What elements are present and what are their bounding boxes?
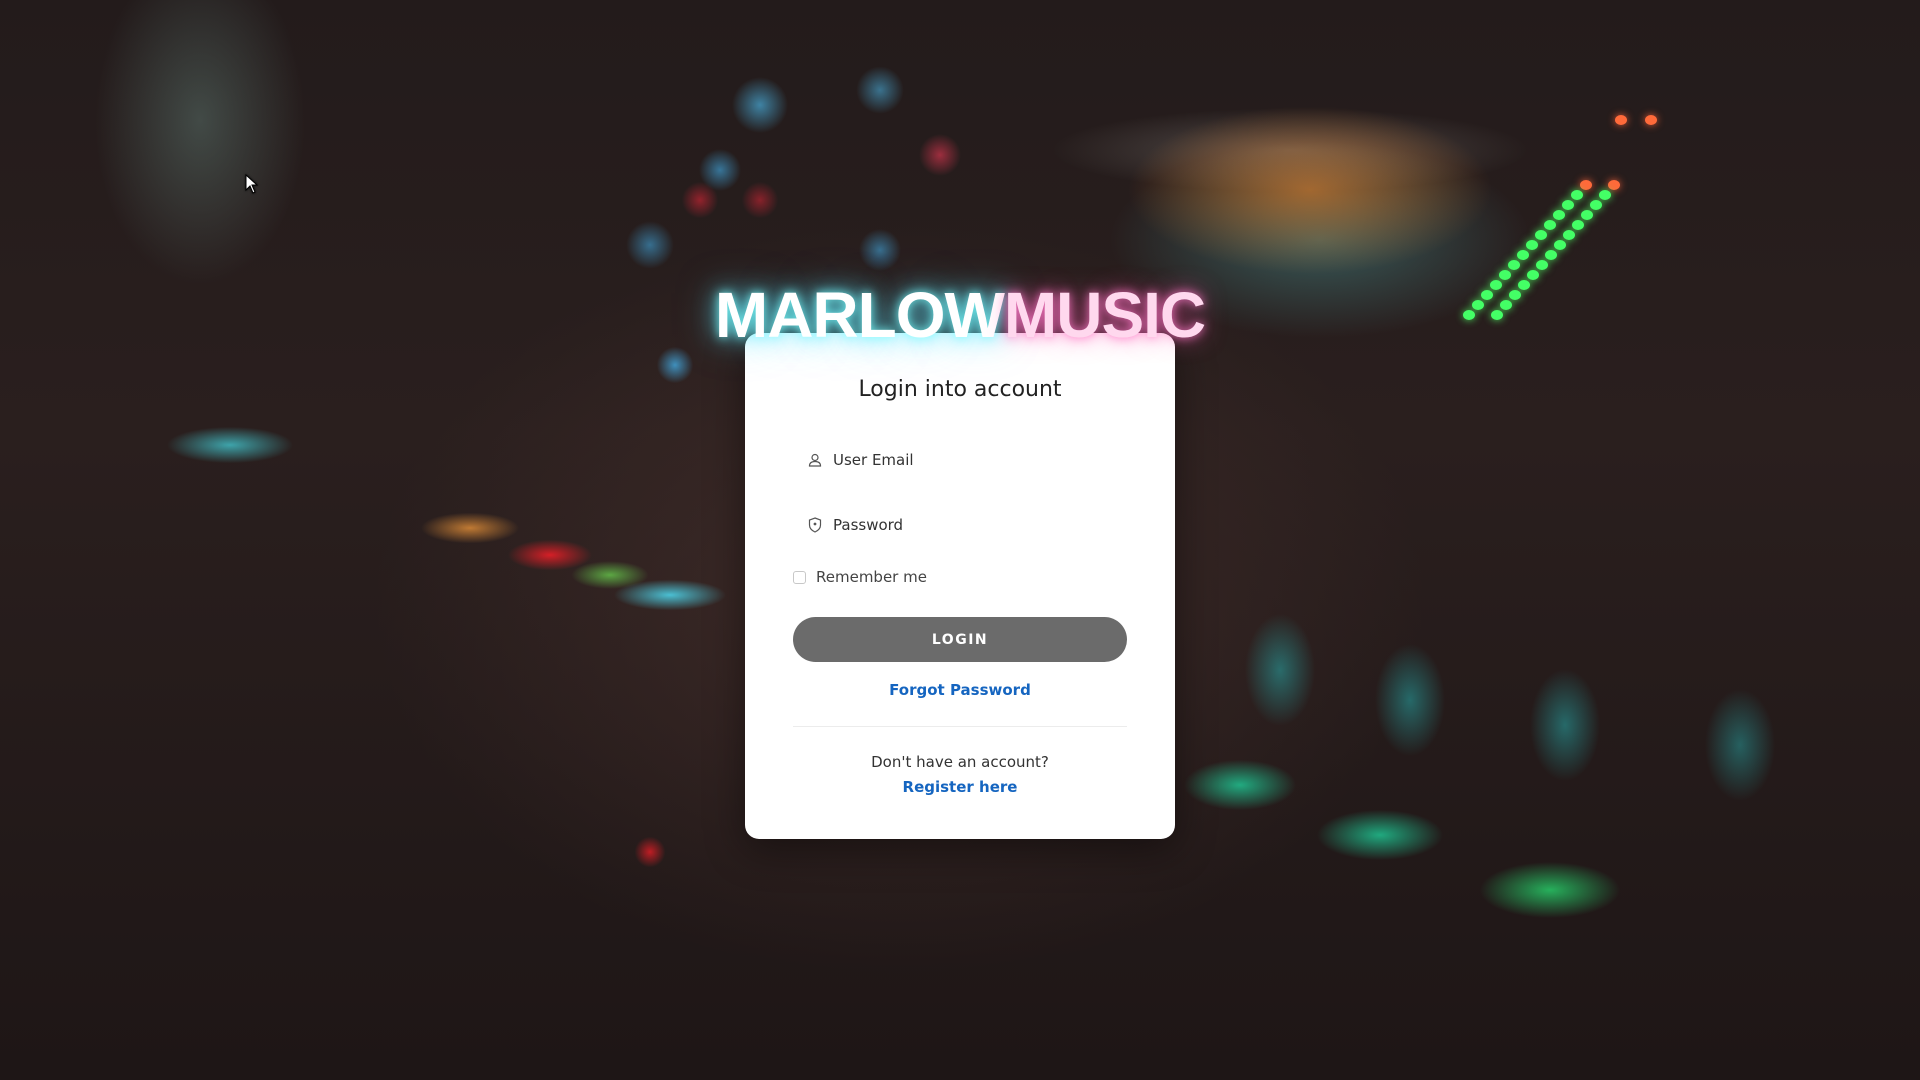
brand-logo: MARLOWMUSIC bbox=[0, 280, 1920, 350]
level-meter-dot bbox=[1545, 250, 1557, 260]
level-meter-dot bbox=[1544, 220, 1556, 230]
divider bbox=[793, 726, 1127, 727]
level-meter-dot bbox=[1608, 180, 1620, 190]
level-meter-dot bbox=[1517, 250, 1529, 260]
user-icon bbox=[807, 452, 823, 468]
level-meter-dot bbox=[1563, 230, 1575, 240]
level-meter-dot bbox=[1535, 230, 1547, 240]
brand-logo-part1: MARLOW bbox=[714, 279, 1005, 351]
no-account-text: Don't have an account? bbox=[871, 753, 1049, 771]
level-meter-dot bbox=[1526, 240, 1538, 250]
login-button[interactable]: LOGIN bbox=[793, 617, 1127, 662]
level-meter-dot bbox=[1562, 200, 1574, 210]
remember-me-label: Remember me bbox=[816, 568, 927, 586]
remember-me-checkbox[interactable] bbox=[793, 570, 806, 584]
level-meter-dot bbox=[1645, 115, 1657, 125]
email-field-label: User Email bbox=[833, 451, 914, 469]
register-link[interactable]: Register here bbox=[745, 778, 1175, 796]
level-meter-dot bbox=[1590, 200, 1602, 210]
login-card: Login into account User Email Password R… bbox=[745, 333, 1175, 839]
email-field[interactable]: User Email bbox=[793, 438, 1127, 482]
level-meter-dot bbox=[1581, 210, 1593, 220]
level-meter-dot bbox=[1615, 115, 1627, 125]
level-meter-dot bbox=[1508, 260, 1520, 270]
level-meter-dot bbox=[1599, 190, 1611, 200]
level-meter-dot bbox=[1554, 240, 1566, 250]
level-meter-dot bbox=[1553, 210, 1565, 220]
level-meter-dot bbox=[1572, 220, 1584, 230]
password-field-label: Password bbox=[833, 516, 904, 534]
shield-icon bbox=[807, 517, 823, 533]
remember-me: Remember me bbox=[793, 568, 927, 586]
brand-logo-part2: MUSIC bbox=[1003, 279, 1206, 351]
login-title: Login into account bbox=[858, 377, 1062, 402]
level-meter-dot bbox=[1580, 180, 1592, 190]
level-meter-dot bbox=[1536, 260, 1548, 270]
forgot-password-link[interactable]: Forgot Password bbox=[745, 681, 1175, 699]
login-page: MARLOWMUSIC Login into account User Emai… bbox=[0, 0, 1920, 1080]
password-field[interactable]: Password bbox=[793, 503, 1127, 547]
level-meter-dot bbox=[1527, 270, 1539, 280]
level-meter-dot bbox=[1571, 190, 1583, 200]
level-meter-dot bbox=[1499, 270, 1511, 280]
